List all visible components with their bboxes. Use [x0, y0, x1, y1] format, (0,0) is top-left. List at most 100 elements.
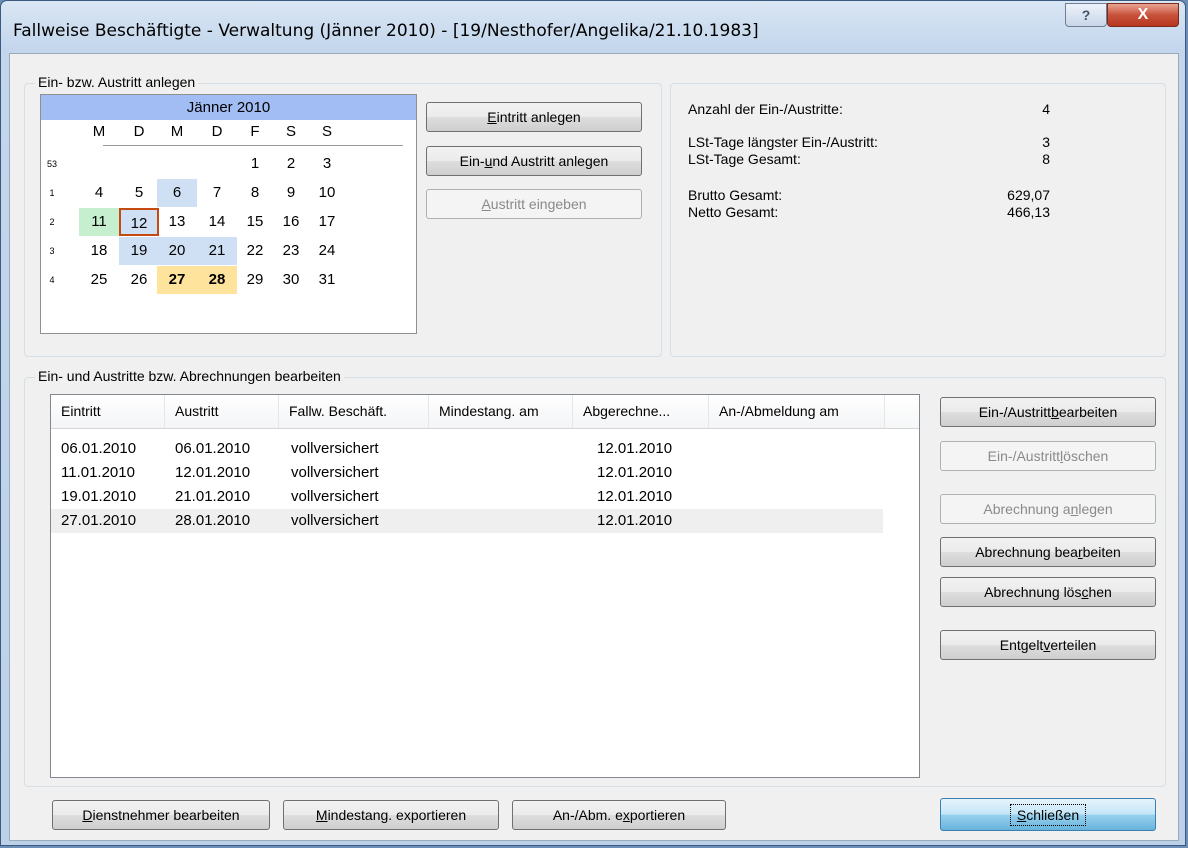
calendar-day[interactable]: 9 — [271, 179, 311, 207]
weekday-label: F — [250, 123, 260, 140]
help-button[interactable]: ? — [1065, 3, 1107, 27]
calendar-day[interactable]: 29 — [235, 266, 275, 294]
calendar-day[interactable]: 28 — [197, 266, 237, 294]
calendar-day[interactable]: 18 — [79, 237, 119, 265]
abrechnung-loeschen-button[interactable]: Abrechnung lös c hen — [940, 577, 1156, 607]
calendar-day[interactable]: 4 — [79, 179, 119, 207]
weekday-label: S — [285, 123, 296, 140]
ein-und-austritt-anlegen-button[interactable]: Ein- u nd Austritt anlegen — [426, 146, 642, 176]
austritt-bearbeiten-button[interactable]: Ein-/Austritt b earbeiten — [940, 397, 1156, 427]
cell-fallw: vollversichert — [291, 464, 379, 481]
calendar-day[interactable]: 10 — [307, 179, 347, 207]
column-header[interactable]: Abgerechne... — [573, 395, 709, 428]
button-label-suffix: hen — [1088, 584, 1112, 600]
total-days-label: LSt-Tage Gesamt: — [688, 151, 801, 167]
calendar-day[interactable]: 30 — [271, 266, 311, 294]
cell-abgerechnet: 12.01.2010 — [597, 440, 673, 457]
calendar-day[interactable]: 11 — [79, 208, 119, 236]
calendar-day[interactable]: 21 — [197, 237, 237, 265]
calendar-day[interactable]: 20 — [157, 237, 197, 265]
calendar-empty — [197, 150, 237, 178]
calendar-day[interactable]: 2 — [271, 150, 311, 178]
calendar-day[interactable]: 22 — [235, 237, 275, 265]
button-label-accel: v — [1043, 637, 1051, 653]
column-header[interactable]: Fallw. Beschäft. — [279, 395, 429, 428]
count-value: 4 — [1042, 101, 1050, 117]
calendar-day[interactable]: 8 — [235, 179, 275, 207]
calendar-day[interactable]: 12 — [119, 208, 159, 236]
anabm-exportieren-button[interactable]: An-/Abm. e x portieren — [512, 800, 726, 830]
cell-fallw: vollversichert — [291, 488, 379, 505]
button-label-prefix: Abrechnung bea — [975, 544, 1078, 560]
schliessen-button[interactable]: Schließen — [940, 798, 1156, 831]
austritt-loeschen-button[interactable]: Ein-/Austritt l öschen — [940, 441, 1156, 471]
cell-austritt: 12.01.2010 — [175, 464, 251, 481]
mindestang-exportieren-button[interactable]: Mindestang. exportieren — [283, 800, 499, 830]
calendar-day[interactable]: 3 — [307, 150, 347, 178]
button-label-prefix: Abrechnung a — [983, 501, 1071, 517]
month-calendar[interactable]: Jänner 2010 MDMDFSS 53 1 2 3 1 4 5 6 7 8 9 10 2 11 12 1… — [40, 94, 417, 334]
week-number: 3 — [49, 246, 55, 256]
calendar-day[interactable]: 17 — [307, 208, 347, 236]
calendar-day[interactable]: 15 — [235, 208, 275, 236]
count-label: Anzahl der Ein-/Austritte: — [688, 101, 843, 117]
weekday-label: S — [321, 123, 332, 140]
calendar-empty — [119, 150, 159, 178]
entries-list[interactable]: Eintritt Austritt Fallw. Beschäft. Mindesta… — [50, 394, 920, 778]
close-button[interactable]: X — [1107, 3, 1179, 27]
calendar-day[interactable]: 1 — [235, 150, 275, 178]
dienstnehmer-bearbeiten-button[interactable]: Dienstnehmer bearbeiten — [52, 800, 270, 830]
button-label-suffix: beiten — [1082, 544, 1121, 560]
entgelt-verteilen-button[interactable]: Entgelt v erteilen — [940, 630, 1156, 660]
cell-austritt: 06.01.2010 — [175, 440, 251, 457]
week-number: 53 — [46, 159, 57, 169]
calendar-day[interactable]: 7 — [197, 179, 237, 207]
abrechnung-anlegen-button[interactable]: Abrechnung a n legen — [940, 494, 1156, 524]
button-label-accel: A — [481, 196, 491, 212]
button-label-accel: S — [1016, 806, 1027, 823]
button-label-prefix: Abrechnung lös — [984, 584, 1082, 600]
button-label-suffix: ustritt eingeben — [490, 196, 587, 212]
calendar-day[interactable]: 26 — [119, 266, 159, 294]
eintritt-anlegen-button[interactable]: Eintritt anlegen — [426, 102, 642, 132]
calendar-day[interactable]: 31 — [307, 266, 347, 294]
cell-fallw: vollversichert — [291, 440, 379, 457]
column-header[interactable]: An-/Abmeldung am — [709, 395, 885, 428]
button-label-accel: u — [484, 153, 493, 169]
cell-fallw: vollversichert — [291, 512, 379, 529]
calendar-day[interactable]: 25 — [79, 266, 119, 294]
column-header[interactable]: Eintritt — [51, 395, 165, 428]
button-label-prefix: Entgelt — [999, 637, 1044, 653]
column-header[interactable]: Mindestang. am — [429, 395, 573, 428]
calendar-day[interactable]: 24 — [307, 237, 347, 265]
button-label-accel: n — [1070, 501, 1079, 517]
calendar-day[interactable]: 19 — [119, 237, 159, 265]
calendar-day[interactable]: 5 — [119, 179, 159, 207]
calendar-divider — [103, 145, 403, 146]
total-days-value: 8 — [1042, 151, 1050, 167]
column-header[interactable]: Austritt — [165, 395, 279, 428]
stats-group — [670, 83, 1166, 357]
calendar-day[interactable]: 27 — [157, 266, 197, 294]
button-label-suffix: legen — [1078, 501, 1113, 517]
abrechnung-bearbeiten-button[interactable]: Abrechnung bea r beiten — [940, 537, 1156, 567]
table-row[interactable]: 06.01.2010 06.01.2010 vollversichert 12.01.… — [51, 437, 883, 461]
table-row[interactable]: 19.01.2010 21.01.2010 vollversichert 12.01.… — [51, 485, 883, 509]
austritt-eingeben-button[interactable]: Austritt eingeben — [426, 189, 642, 219]
cell-eintritt: 11.01.2010 — [61, 464, 135, 481]
calendar-day[interactable]: 16 — [271, 208, 311, 236]
button-label-suffix: earbeiten — [1058, 404, 1118, 420]
brutto-label: Brutto Gesamt: — [688, 187, 783, 203]
calendar-day[interactable]: 6 — [157, 179, 197, 207]
calendar-empty — [157, 150, 197, 178]
button-label-prefix: Ein- — [459, 153, 485, 169]
cell-austritt: 28.01.2010 — [175, 512, 251, 529]
table-row[interactable]: 11.01.2010 12.01.2010 vollversichert 12.01.… — [51, 461, 883, 485]
calendar-day[interactable]: 23 — [271, 237, 311, 265]
table-row[interactable]: 27.01.2010 28.01.2010 vollversichert 12.01.… — [51, 509, 883, 533]
brutto-value: 629,07 — [1007, 187, 1050, 203]
calendar-day[interactable]: 13 — [157, 208, 197, 236]
dialog-client: Ein- bzw. Austritt anlegen Jänner 2010 M… — [9, 53, 1179, 841]
cell-abgerechnet: 12.01.2010 — [597, 488, 673, 505]
calendar-day[interactable]: 14 — [197, 208, 237, 236]
